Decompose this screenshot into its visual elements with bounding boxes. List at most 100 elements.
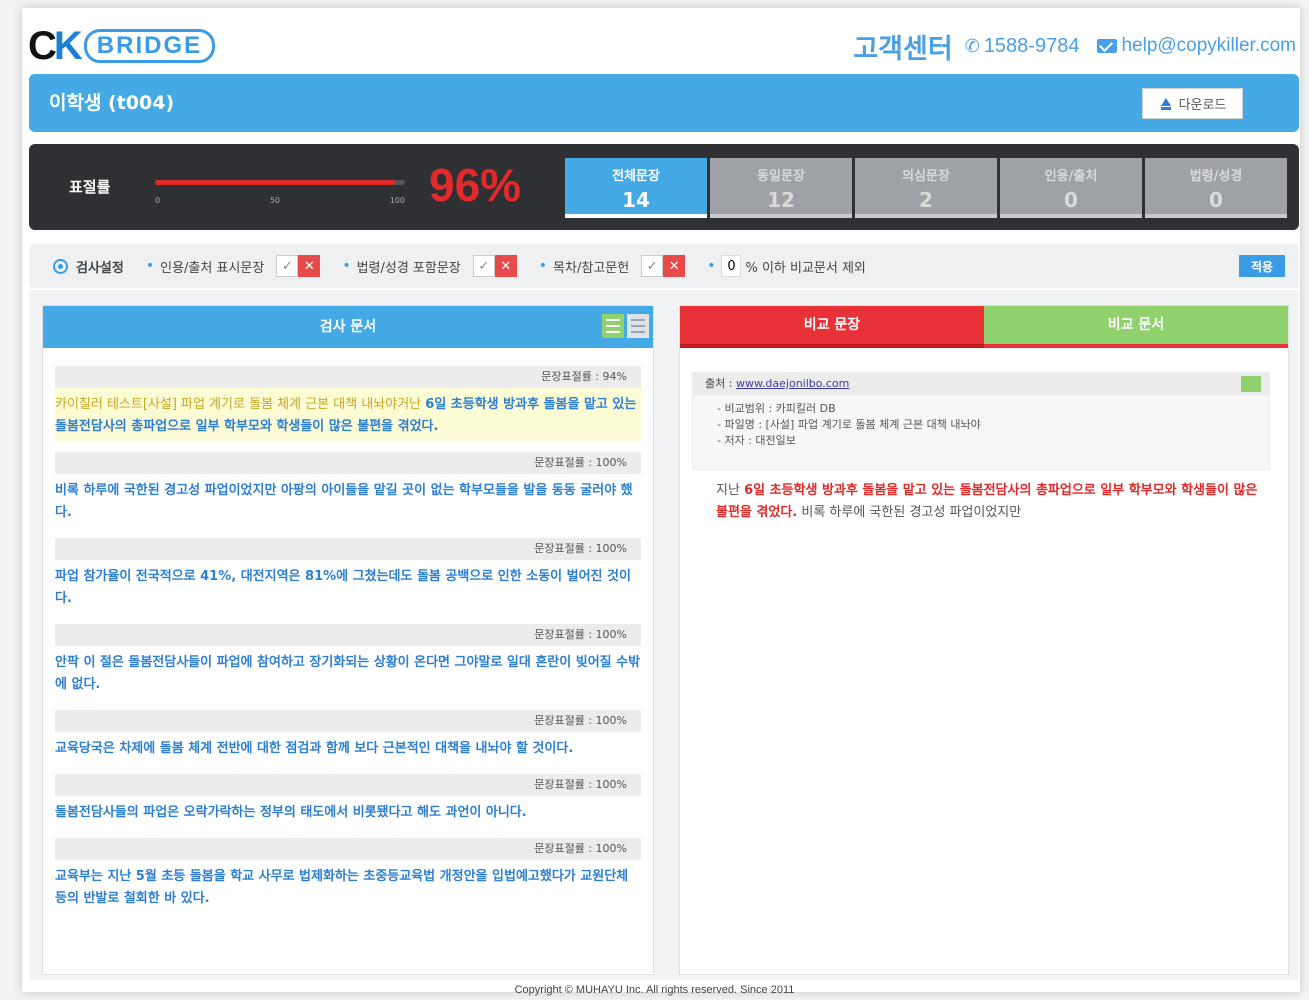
option-label: 목차/참고문헌 bbox=[553, 260, 630, 276]
exclude-button[interactable]: ✕ bbox=[663, 255, 686, 277]
sentence-item[interactable]: 문장표절률 : 100% 돌봄전담사들의 파업은 오락가락하는 정부의 태도에서… bbox=[55, 774, 641, 828]
matched-source-text: 지난 6일 초등학생 방과후 돌봄을 맡고 있는 돌봄전담사의 총파업으로 일부… bbox=[716, 480, 1272, 524]
view-toggle bbox=[599, 314, 649, 338]
source-meta: - 비교범위 : 카피킬러 DB - 파일명 : [사설] 파업 계기로 돌봄 … bbox=[693, 395, 1269, 449]
bullet-icon: • bbox=[707, 258, 716, 274]
sentence-rate: 문장표절률 : 100% bbox=[55, 710, 641, 732]
sentence-rate: 문장표절률 : 100% bbox=[55, 774, 641, 796]
option-law: • 법령/성경 포함문장 ✓ ✕ bbox=[342, 255, 517, 277]
option-label: 법령/성경 포함문장 bbox=[356, 260, 461, 276]
sentence-rate: 문장표절률 : 94% bbox=[55, 366, 641, 388]
slider-fill bbox=[155, 180, 395, 185]
sentence-plain-text: 카이칠러 테스트[사설] 파업 계기로 돌봄 체계 근본 대책 내놔야거난 bbox=[55, 397, 426, 412]
customer-center: 고객센터 ✆ 1588-9784 help@copykiller.com bbox=[853, 26, 1296, 66]
source-info: 출처 : www.daejonilbo.com - 비교범위 : 카피킬러 DB… bbox=[692, 372, 1270, 470]
slider-ticks: 0 50 100 bbox=[155, 196, 405, 205]
include-checkbox[interactable]: ✓ bbox=[276, 255, 299, 277]
customer-center-email[interactable]: help@copykiller.com bbox=[1121, 35, 1296, 57]
sentence-rate: 문장표절률 : 100% bbox=[55, 538, 641, 560]
sentence-item[interactable]: 문장표절률 : 100% 파업 참가율이 전국적으로 41%, 대전지역은 81… bbox=[55, 538, 641, 614]
include-checkbox[interactable]: ✓ bbox=[641, 255, 664, 277]
apply-button[interactable]: 적용 bbox=[1239, 255, 1285, 277]
source-detail-icon[interactable] bbox=[1241, 376, 1261, 392]
tab-compare-sentence[interactable]: 비교 문장 bbox=[680, 306, 984, 348]
footer: Copyright © MUHAYU Inc. All rights reser… bbox=[514, 984, 795, 996]
sentence-text: 안팍 이 절은 돌봄전담사들이 파업에 참여하고 장기화되는 상황이 온다면 그… bbox=[55, 655, 641, 692]
bullet-icon: • bbox=[145, 258, 155, 274]
download-button[interactable]: 다운로드 bbox=[1142, 88, 1243, 119]
logo[interactable]: CK BRIDGE bbox=[28, 23, 216, 68]
logo-text: BRIDGE bbox=[83, 29, 216, 63]
tab-label: 법령/성경 bbox=[1189, 169, 1243, 184]
source-line: 출처 : www.daejonilbo.com bbox=[693, 373, 1269, 395]
source-meta-line: - 비교범위 : 카피킬러 DB bbox=[717, 402, 836, 415]
sentence-text: 돌봄전담사들의 파업은 오락가락하는 정부의 태도에서 비롯됐다고 해도 과언이… bbox=[55, 805, 527, 820]
sentence-item[interactable]: 문장표절률 : 100% 교육당국은 차제에 돌봄 체계 전반에 대한 점검과 … bbox=[55, 710, 641, 764]
tab-count: 0 bbox=[1209, 188, 1223, 212]
match-post-text: 비록 하루에 국한된 경고성 파업이었지만 bbox=[797, 505, 1022, 520]
source-meta-line: - 파일명 : [사설] 파업 계기로 돌봄 체계 근본 대책 내놔야 bbox=[717, 418, 981, 431]
sentence-item[interactable]: 문장표절률 : 100% 교육부는 지난 5월 초등 돌봄을 학교 사무로 법제… bbox=[55, 838, 641, 914]
customer-center-phone: 1588-9784 bbox=[983, 34, 1080, 57]
sentence-rate: 문장표절률 : 100% bbox=[55, 624, 641, 646]
tab-label: 인용/출처 bbox=[1044, 169, 1098, 184]
inspected-document-title: 검사 문서 bbox=[319, 319, 377, 335]
exclude-button[interactable]: ✕ bbox=[494, 255, 517, 277]
sentence-text: 교육당국은 차제에 돌봄 체계 전반에 대한 점검과 함께 보다 근본적인 대책… bbox=[55, 741, 574, 756]
download-icon bbox=[1160, 97, 1171, 110]
customer-center-title: 고객센터 bbox=[853, 33, 953, 64]
inspected-document-panel: 검사 문서 문장표절률 : 94% 카이칠러 테스트[사설] 파업 계기로 돌봄… bbox=[42, 305, 654, 975]
phone-icon: ✆ bbox=[964, 35, 980, 56]
sentence-text: 파업 참가율이 전국적으로 41%, 대전지역은 81%에 그쳤는데도 돌봄 공… bbox=[55, 569, 631, 606]
score-bar: 표절률 0 50 100 96% 전체문장 14 동일문장 12 의심문장 2 bbox=[29, 144, 1299, 230]
tab-law-bible[interactable]: 법령/성경 0 bbox=[1145, 158, 1287, 218]
option-label: 인용/출처 표시문장 bbox=[160, 260, 265, 276]
tab-identical-sentences[interactable]: 동일문장 12 bbox=[710, 158, 852, 218]
tab-label: 전체문장 bbox=[612, 169, 660, 184]
tab-all-sentences[interactable]: 전체문장 14 bbox=[565, 158, 707, 218]
sentence-text: 교육부는 지난 5월 초등 돌봄을 학교 사무로 법제화하는 초중등교육법 개정… bbox=[55, 869, 629, 906]
exclude-threshold-input[interactable] bbox=[721, 255, 742, 277]
tab-count: 2 bbox=[919, 188, 933, 212]
download-button-label: 다운로드 bbox=[1178, 98, 1227, 113]
mail-icon bbox=[1097, 39, 1118, 53]
tab-count: 14 bbox=[622, 188, 650, 212]
radio-icon bbox=[53, 258, 68, 274]
include-checkbox[interactable]: ✓ bbox=[472, 255, 495, 277]
list-view-icon[interactable] bbox=[602, 314, 624, 338]
document-view-icon[interactable] bbox=[627, 314, 649, 338]
comparison-panel: 비교 문장 비교 문서 출처 : www.daejonilbo.com - 비교… bbox=[679, 305, 1289, 975]
user-bar: 이학생 (t004) 다운로드 bbox=[29, 74, 1299, 132]
slider-tick: 100 bbox=[389, 196, 405, 205]
sentence-rate: 문장표절률 : 100% bbox=[55, 838, 641, 860]
sentence-list: 문장표절률 : 94% 카이칠러 테스트[사설] 파업 계기로 돌봄 체계 근본… bbox=[55, 366, 641, 966]
settings-title-label: 검사설정 bbox=[76, 260, 124, 276]
source-prefix: 출처 : bbox=[705, 377, 733, 390]
tab-compare-document[interactable]: 비교 문서 bbox=[984, 306, 1288, 348]
plagiarism-rate-label: 표절률 bbox=[69, 178, 111, 196]
user-name: 이학생 (t004) bbox=[49, 92, 175, 114]
option-citation: • 인용/출처 표시문장 ✓ ✕ bbox=[145, 255, 321, 277]
exclude-button[interactable]: ✕ bbox=[298, 255, 321, 277]
logo-mark: CK bbox=[28, 23, 83, 68]
bullet-icon: • bbox=[342, 258, 351, 274]
tab-count: 0 bbox=[1064, 188, 1078, 212]
source-link[interactable]: www.daejonilbo.com bbox=[736, 377, 849, 390]
tab-label: 동일문장 bbox=[757, 169, 805, 184]
tab-citation[interactable]: 인용/출처 0 bbox=[1000, 158, 1142, 218]
tab-suspicious-sentences[interactable]: 의심문장 2 bbox=[855, 158, 997, 218]
sentence-item[interactable]: 문장표절률 : 94% 카이칠러 테스트[사설] 파업 계기로 돌봄 체계 근본… bbox=[55, 366, 641, 442]
comparison-tabs: 비교 문장 비교 문서 bbox=[680, 306, 1288, 348]
inspected-document-header: 검사 문서 bbox=[43, 306, 653, 348]
sentence-item[interactable]: 문장표절률 : 100% 안팍 이 절은 돌봄전담사들이 파업에 참여하고 장기… bbox=[55, 624, 641, 700]
inspection-settings-bar: 검사설정 • 인용/출처 표시문장 ✓ ✕ • 법령/성경 포함문장 ✓ ✕ •… bbox=[29, 244, 1299, 288]
option-exclude-threshold: • % 이하 비교문서 제외 bbox=[707, 255, 866, 277]
option-references: • 목차/참고문헌 ✓ ✕ bbox=[538, 255, 686, 277]
match-pre-text: 지난 bbox=[716, 483, 745, 498]
bullet-icon: • bbox=[538, 258, 548, 274]
settings-title: 검사설정 bbox=[53, 257, 124, 276]
sentence-item[interactable]: 문장표절률 : 100% 비록 하루에 국한된 경고성 파업이었지만 아팡의 아… bbox=[55, 452, 641, 528]
exclude-threshold-label: % 이하 비교문서 제외 bbox=[745, 260, 866, 276]
sentence-filter-tabs: 전체문장 14 동일문장 12 의심문장 2 인용/출처 0 법령/성경 0 bbox=[565, 158, 1290, 218]
slider-tick: 0 bbox=[155, 196, 161, 205]
